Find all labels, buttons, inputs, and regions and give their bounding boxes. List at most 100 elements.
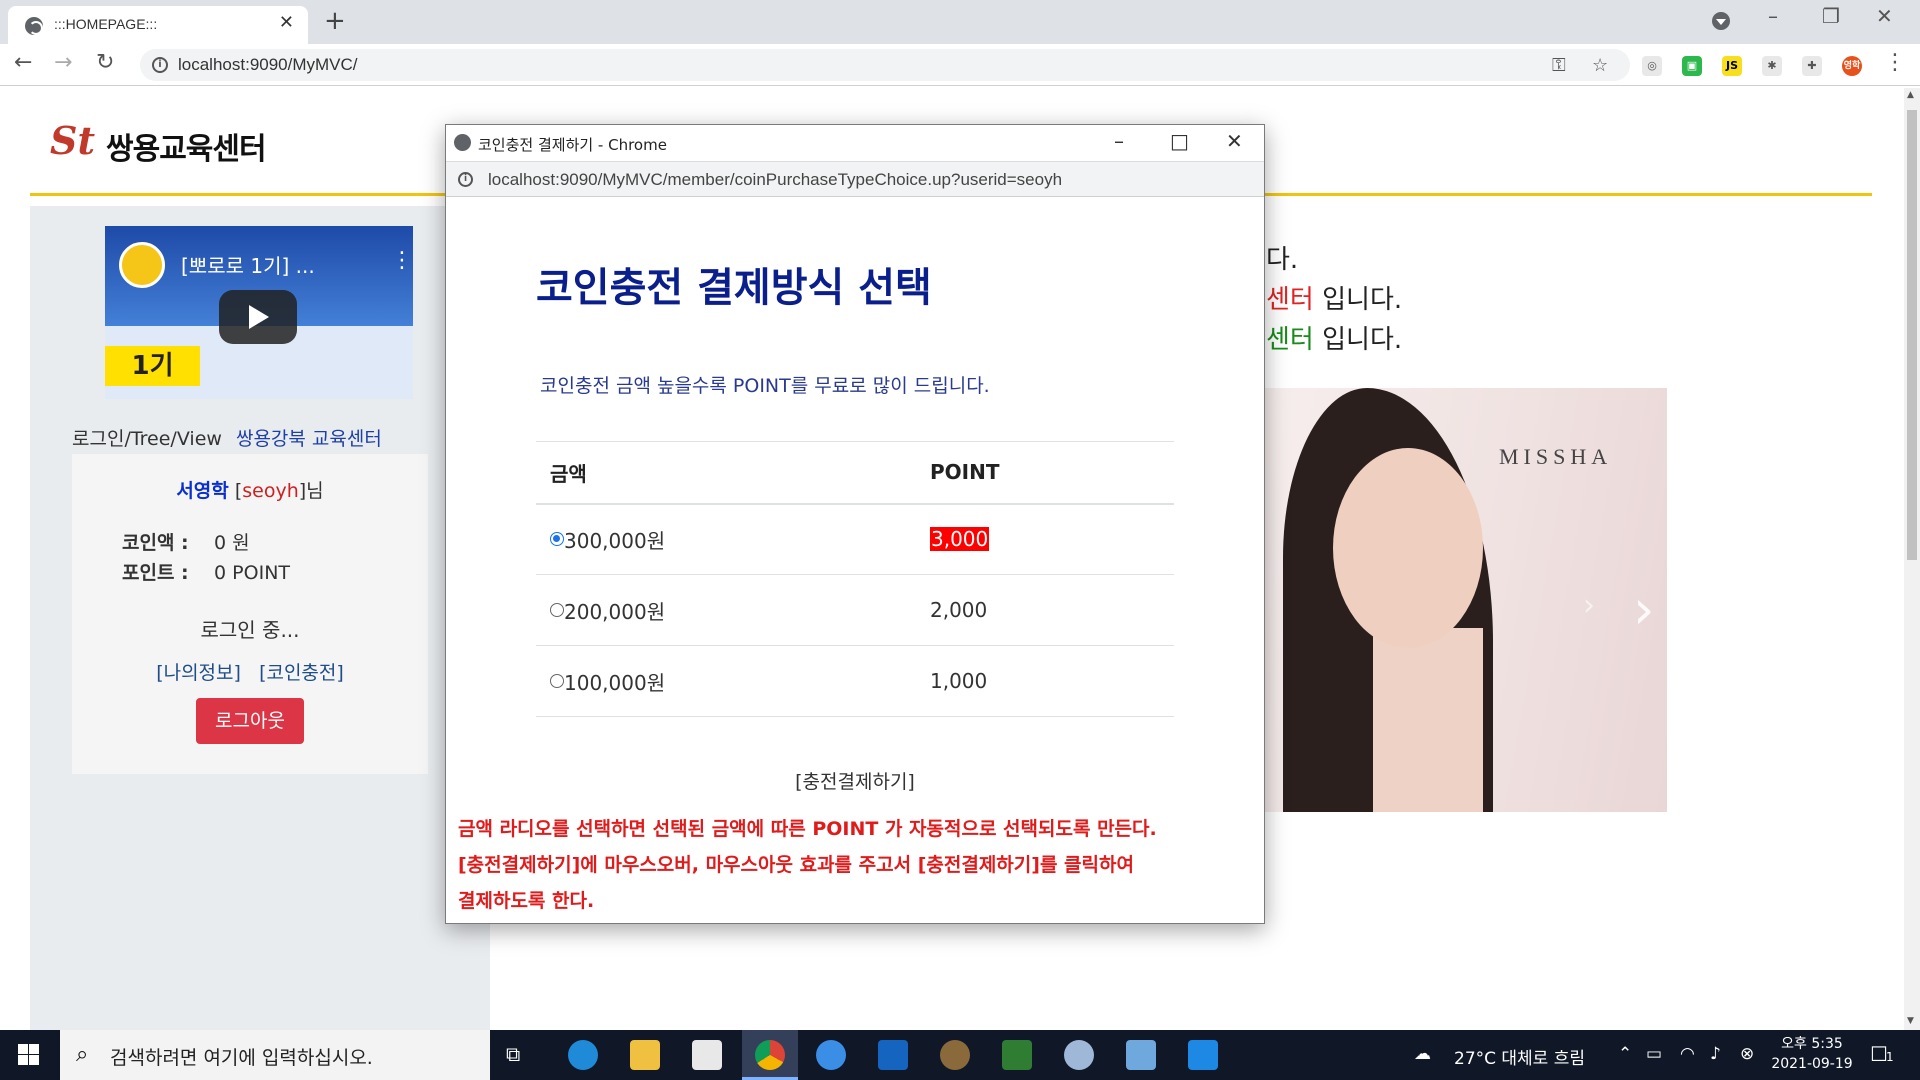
tab-title: :::HOMEPAGE:::	[54, 16, 158, 32]
scroll-thumb[interactable]	[1907, 110, 1917, 560]
address-bar[interactable]: i localhost:9090/MyMVC/ ⚿ ☆	[140, 49, 1630, 81]
amount-label[interactable]: 200,000원	[564, 600, 665, 624]
no-network-icon[interactable]: ⊗	[1740, 1044, 1754, 1064]
info-icon[interactable]: i	[152, 57, 168, 73]
cloud-icon[interactable]: ☁	[1414, 1044, 1431, 1064]
start-quad	[29, 1055, 39, 1065]
channel-avatar[interactable]	[119, 242, 165, 288]
task-view-icon[interactable]: ⧉	[506, 1042, 520, 1066]
wifi-icon[interactable]: ◠	[1680, 1044, 1695, 1064]
taskbar-clock[interactable]: 오후 5:35 2021-09-19	[1764, 1034, 1860, 1074]
tree-view-link[interactable]: 로그인/Tree/View	[72, 428, 222, 450]
my-info-link[interactable]: [나의정보]	[156, 662, 241, 684]
browser-tab[interactable]: :::HOMEPAGE::: ✕	[8, 6, 308, 44]
taskbar-search-input[interactable]: 검색하려면 여기에 입력하십시오.	[110, 1043, 373, 1070]
scroll-down-icon[interactable]: ▼	[1907, 1016, 1914, 1026]
charge-payment-button[interactable]: [충전결제하기]	[795, 771, 915, 793]
logout-button[interactable]: 로그아웃	[196, 698, 304, 744]
restore-icon[interactable]: ❐	[1822, 4, 1840, 28]
bug-icon[interactable]: ✱	[1762, 56, 1782, 76]
point-balance: 포인트 : 0 POINT	[122, 558, 290, 585]
puzzle-icon[interactable]: ✚	[1802, 56, 1822, 76]
amount-label[interactable]: 300,000원	[564, 529, 665, 553]
youtube-video[interactable]: 1기 [뽀로로 1기] ... ⋮	[105, 226, 413, 399]
point-value: 2,000	[930, 598, 988, 622]
tab-search-icon[interactable]	[1712, 12, 1730, 30]
coin-value: 0 원	[214, 532, 250, 554]
app-icon[interactable]	[1126, 1040, 1156, 1070]
table-row[interactable]: 100,000원 1,000	[536, 645, 1174, 717]
scroll-up-icon[interactable]: ▲	[1907, 90, 1914, 100]
welcome-line-1: 다.	[1266, 245, 1299, 275]
center-highlight: 센터	[1266, 285, 1314, 315]
taskbar-search[interactable]: ⌕ 검색하려면 여기에 입력하십시오.	[60, 1030, 490, 1080]
info-icon[interactable]: i	[458, 172, 473, 187]
reload-icon[interactable]: ↻	[96, 50, 114, 75]
login-status: 로그인 중...	[200, 618, 300, 642]
minimize-icon[interactable]: –	[1768, 4, 1778, 28]
popup-titlebar[interactable]: 코인충전 결제하기 - Chrome – □ ✕	[446, 125, 1264, 161]
store-icon[interactable]	[692, 1040, 722, 1070]
chrome-icon[interactable]	[755, 1040, 785, 1070]
star-icon[interactable]: ☆	[1592, 55, 1608, 76]
point-value: 0 POINT	[214, 562, 291, 584]
volume-icon[interactable]: ♪	[1710, 1044, 1721, 1064]
key-icon[interactable]: ⚿	[1552, 55, 1566, 76]
weather-text[interactable]: 27°C 대체로 흐림	[1454, 1044, 1585, 1069]
site-logo[interactable]: St 쌍용교육센터	[50, 118, 267, 167]
bracket-close: ]님	[298, 480, 324, 502]
page-scrollbar[interactable]: ▲ ▼	[1904, 88, 1920, 1030]
coin-label: 코인액 :	[122, 532, 189, 554]
mail-icon[interactable]	[878, 1040, 908, 1070]
app-icon[interactable]	[1064, 1040, 1094, 1070]
welcome-line-2: 센터 입니다.	[1266, 280, 1402, 320]
amount-cell[interactable]: 300,000원	[536, 503, 916, 575]
address-url[interactable]: localhost:9090/MyMVC/	[178, 55, 358, 75]
close-icon[interactable]: ✕	[1226, 129, 1243, 153]
new-tab-icon[interactable]: +	[324, 6, 346, 36]
close-window-icon[interactable]: ✕	[1876, 4, 1893, 28]
windows-start-icon[interactable]	[18, 1044, 40, 1066]
table-row[interactable]: 200,000원 2,000	[536, 574, 1174, 646]
amount-radio[interactable]	[550, 673, 564, 688]
note-line-1: 금액 라디오를 선택하면 선택된 금액에 따른 POINT 가 자동적으로 선택…	[458, 818, 1157, 840]
profile-avatar[interactable]: 영학	[1842, 56, 1862, 76]
page-subtitle: 코인충전 금액 높을수록 POINT를 무료로 많이 드립니다.	[540, 375, 990, 397]
extension-icon[interactable]: ▣	[1682, 56, 1702, 76]
forward-icon[interactable]: →	[54, 50, 72, 75]
app-icon[interactable]	[940, 1040, 970, 1070]
advertisement-carousel[interactable]: MISSHA › ›	[1263, 388, 1667, 812]
chevron-up-icon[interactable]: ⌃	[1618, 1044, 1632, 1064]
video-menu-icon[interactable]: ⋮	[391, 248, 413, 273]
carousel-next-icon[interactable]: ›	[1633, 578, 1655, 641]
amount-cell[interactable]: 100,000원	[536, 645, 916, 717]
file-explorer-icon[interactable]	[630, 1040, 660, 1070]
close-tab-icon[interactable]: ✕	[279, 12, 294, 33]
internet-explorer-icon[interactable]	[816, 1040, 846, 1070]
app-icon[interactable]	[1002, 1040, 1032, 1070]
logo-mark: St	[50, 118, 95, 163]
table-row[interactable]: 300,000원 3,000	[536, 503, 1174, 575]
amount-cell[interactable]: 200,000원	[536, 574, 916, 646]
play-icon[interactable]	[219, 290, 297, 344]
browser-toolbar: ← → ↻ i localhost:9090/MyMVC/ ⚿ ☆ ◎ ▣ JS…	[0, 44, 1920, 86]
carousel-next-icon[interactable]: ›	[1583, 588, 1595, 623]
battery-icon[interactable]: ▭	[1646, 1044, 1662, 1064]
member-links: [나의정보] [코인충전]	[72, 658, 428, 685]
js-extension-icon[interactable]: JS	[1722, 56, 1742, 76]
extension-icon[interactable]: ◎	[1642, 56, 1662, 76]
back-icon[interactable]: ←	[14, 50, 32, 75]
menu-icon[interactable]: ⋮	[1884, 50, 1906, 75]
coin-charge-link[interactable]: [코인충전]	[259, 662, 344, 684]
edge-icon[interactable]	[568, 1040, 598, 1070]
photos-icon[interactable]	[1188, 1040, 1218, 1070]
video-title[interactable]: [뽀로로 1기] ...	[181, 250, 315, 279]
amount-label[interactable]: 100,000원	[564, 671, 665, 695]
maximize-icon[interactable]: □	[1170, 129, 1189, 153]
point-cell: 3,000	[916, 503, 1174, 575]
minimize-icon[interactable]: –	[1114, 129, 1124, 153]
amount-radio[interactable]	[550, 602, 564, 617]
center-link[interactable]: 쌍용강북 교육센터	[236, 428, 382, 450]
amount-radio[interactable]	[550, 531, 564, 546]
note-line-2: [충전결제하기]에 마우스오버, 마우스아웃 효과를 주고서 [충전결제하기]를…	[458, 854, 1134, 876]
